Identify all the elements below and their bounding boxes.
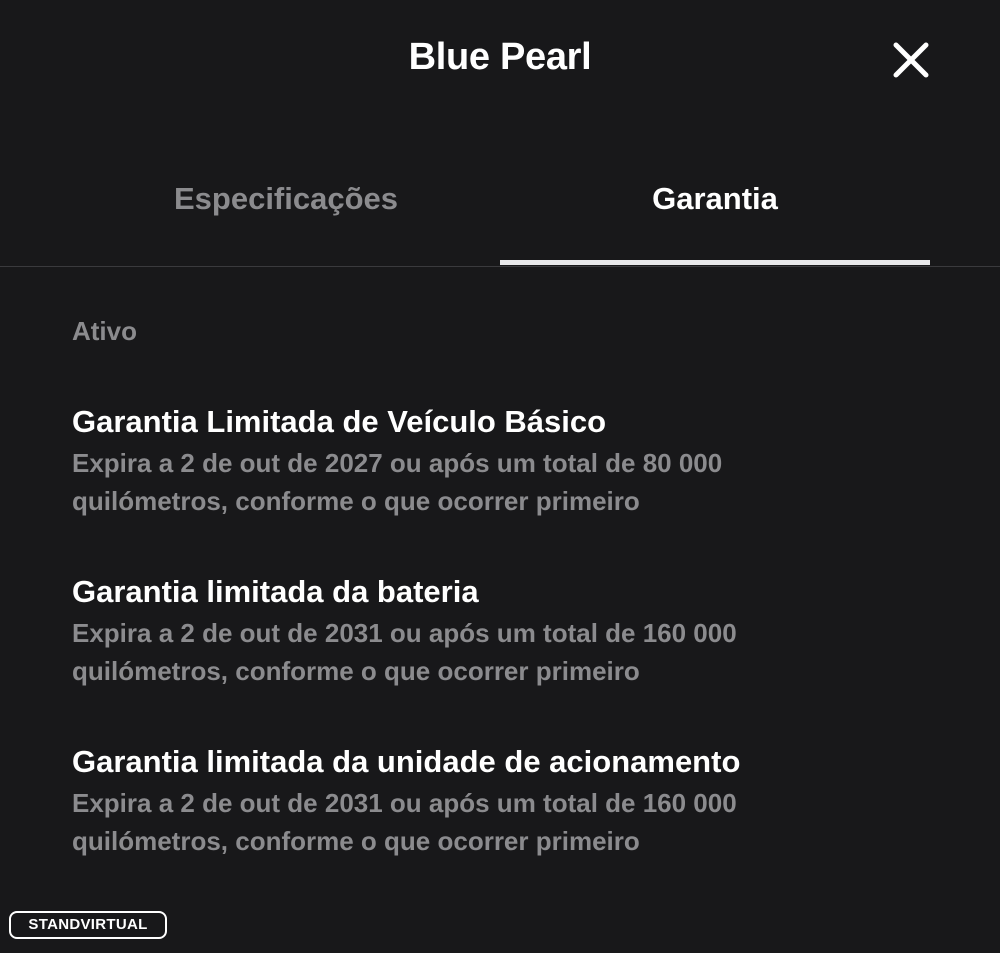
close-button[interactable]	[886, 36, 936, 84]
section-label-active: Ativo	[72, 316, 137, 346]
close-icon	[893, 42, 929, 78]
warranty-description: Expira a 2 de out de 2031 ou após um tot…	[72, 788, 737, 856]
modal-header: Blue Pearl	[0, 0, 1000, 120]
warranty-description: Expira a 2 de out de 2027 ou após um tot…	[72, 448, 723, 516]
warranty-item: Garantia limitada da bateria Expira a 2 …	[72, 572, 932, 690]
tab-warranty[interactable]: Garantia	[500, 150, 930, 266]
watermark-logo: STANDVIRTUAL	[9, 911, 167, 939]
warranty-title: Garantia limitada da bateria	[72, 574, 479, 609]
warranty-description: Expira a 2 de out de 2031 ou após um tot…	[72, 618, 737, 686]
warranty-item: Garantia Limitada de Veículo Básico Expi…	[72, 402, 932, 520]
warranty-title: Garantia Limitada de Veículo Básico	[72, 404, 607, 439]
page-title: Blue Pearl	[408, 36, 592, 78]
active-tab-indicator	[500, 260, 930, 265]
tab-specifications[interactable]: Especificações	[72, 150, 500, 266]
warranty-item: Garantia limitada da unidade de acioname…	[72, 742, 932, 860]
warranty-title: Garantia limitada da unidade de acioname…	[72, 744, 741, 779]
tab-bar: Especificações Garantia	[0, 150, 1000, 267]
